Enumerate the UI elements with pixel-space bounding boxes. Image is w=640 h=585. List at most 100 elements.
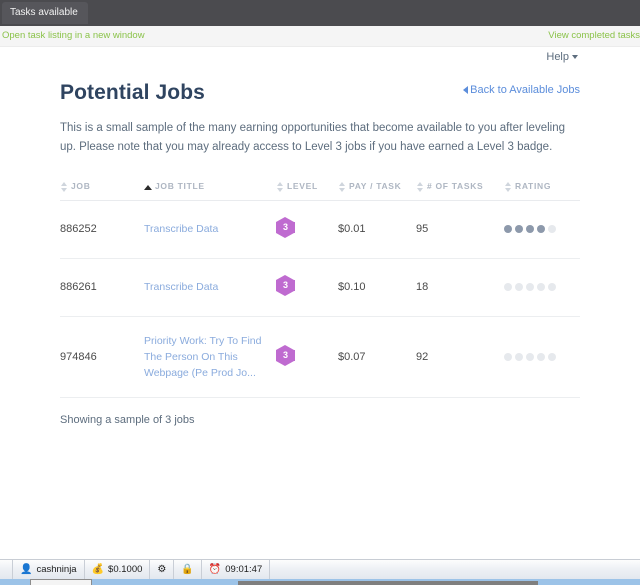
cell-job-id: 886252 (60, 200, 144, 259)
table-header: JOB JOB TITLE LEVEL PAY / TASK # OF TASK… (60, 174, 580, 201)
cell-num-tasks: 95 (416, 200, 504, 259)
column-header-rating-label: RATING (515, 180, 552, 191)
cell-num-tasks: 18 (416, 258, 504, 317)
rating-dots (504, 283, 580, 292)
rating-dots (504, 225, 580, 234)
level-badge: 3 (276, 345, 295, 370)
job-id-value: 886252 (60, 223, 97, 236)
sort-both-icon (60, 181, 67, 192)
browser-tab[interactable]: Tasks available (2, 2, 88, 24)
cell-pay: $0.01 (338, 200, 416, 259)
sort-both-icon (504, 181, 511, 192)
hexagon-icon: 3 (276, 217, 295, 239)
tray-item-user[interactable]: 👤 cashninja (12, 560, 85, 579)
table-header-row: JOB JOB TITLE LEVEL PAY / TASK # OF TASK… (60, 174, 580, 201)
lock-icon: 🔒 (181, 563, 194, 575)
coins-icon: 💰 (91, 563, 105, 575)
hexagon-icon: 3 (276, 275, 295, 297)
view-completed-tasks-link[interactable]: View completed tasks (548, 30, 640, 41)
column-header-pay[interactable]: PAY / TASK (338, 174, 416, 201)
background-window-fragment-2 (238, 581, 538, 585)
caret-down-icon (572, 55, 578, 60)
open-task-listing-link[interactable]: Open task listing in a new window (2, 30, 145, 41)
table-body: 886252 Transcribe Data 3 $0.01 95 886261… (60, 200, 580, 399)
cell-job-title: Transcribe Data (144, 200, 276, 259)
rating-dot-empty (504, 283, 512, 292)
table-row[interactable]: 886252 Transcribe Data 3 $0.01 95 (60, 200, 580, 259)
rating-dot-empty (548, 225, 556, 234)
chevron-left-icon (463, 86, 469, 94)
rating-dot-empty (548, 353, 556, 362)
rating-dot-empty (504, 353, 512, 362)
user-icon: 👤 (20, 563, 33, 575)
column-header-job[interactable]: JOB (60, 174, 144, 201)
help-menu-button[interactable]: Help (546, 51, 578, 63)
page-body: Potential Jobs Back to Available Jobs Th… (0, 69, 640, 559)
sort-both-icon (416, 181, 423, 192)
rating-dot-empty (537, 283, 545, 292)
sort-ascending-icon (144, 184, 152, 190)
cell-pay: $0.10 (338, 258, 416, 317)
background-window-fragment (30, 579, 92, 585)
sort-both-icon (276, 181, 283, 192)
job-title-link[interactable]: Transcribe Data (144, 221, 218, 237)
job-id-value: 974846 (60, 351, 97, 364)
sort-both-icon (338, 181, 345, 192)
rating-dot-empty (515, 283, 523, 292)
tray-item-clock[interactable]: ⏰ 09:01:47 (202, 560, 271, 579)
level-badge-value: 3 (282, 350, 288, 361)
cell-job-id: 886261 (60, 258, 144, 317)
potential-jobs-table: JOB JOB TITLE LEVEL PAY / TASK # OF TASK… (60, 174, 580, 399)
table-row[interactable]: 886261 Transcribe Data 3 $0.10 18 (60, 258, 580, 317)
desktop-background-strip (0, 579, 640, 585)
rating-dots (504, 353, 580, 362)
tray-item-user-label: cashninja (36, 564, 77, 575)
tray-item-balance-label: $0.1000 (108, 564, 143, 575)
help-bar: Help (0, 47, 640, 69)
level-badge: 3 (276, 217, 295, 242)
content-container: Potential Jobs Back to Available Jobs Th… (60, 69, 580, 426)
rating-dot-filled (526, 225, 534, 234)
cell-rating (504, 316, 580, 399)
rating-dot-empty (548, 283, 556, 292)
tray-item-lock[interactable]: 🔒 (174, 560, 202, 579)
column-header-num-tasks-label: # OF TASKS (427, 180, 484, 191)
column-header-job-title-label: JOB TITLE (155, 181, 205, 192)
system-taskbar: 👤 cashninja 💰 $0.1000 ⚙ 🔒 ⏰ 09:01:47 (0, 559, 640, 579)
column-header-pay-label: PAY / TASK (349, 180, 402, 191)
gear-icon: ⚙ (157, 563, 167, 575)
cell-pay: $0.07 (338, 316, 416, 399)
back-to-available-jobs-link[interactable]: Back to Available Jobs (463, 84, 580, 96)
help-menu-label: Help (546, 51, 569, 63)
cell-level: 3 (276, 258, 338, 317)
column-header-num-tasks[interactable]: # OF TASKS (416, 174, 504, 201)
cell-level: 3 (276, 200, 338, 259)
tray-item-balance[interactable]: 💰 $0.1000 (85, 560, 151, 579)
cell-level: 3 (276, 316, 338, 399)
column-header-level[interactable]: LEVEL (276, 174, 338, 201)
level-badge-value: 3 (282, 280, 288, 291)
job-id-value: 886261 (60, 281, 97, 294)
utility-bar: Open task listing in a new window View c… (0, 26, 640, 47)
cell-rating (504, 200, 580, 259)
column-header-rating[interactable]: RATING (504, 174, 580, 201)
column-header-job-label: JOB (71, 180, 91, 191)
column-header-job-title[interactable]: JOB TITLE (144, 174, 276, 201)
level-badge-value: 3 (282, 222, 288, 233)
job-title-link[interactable]: Priority Work: Try To Find The Person On… (144, 333, 276, 382)
tray-item-clock-label: 09:01:47 (225, 564, 263, 575)
browser-titlebar: Tasks available (0, 0, 640, 26)
lead-paragraph: This is a small sample of the many earni… (60, 122, 565, 153)
browser-tab-title: Tasks available (10, 7, 78, 18)
rating-dot-filled (537, 225, 545, 234)
cell-job-id: 974846 (60, 316, 144, 399)
level-badge: 3 (276, 275, 295, 300)
sample-count-note: Showing a sample of 3 jobs (60, 414, 195, 427)
rating-dot-empty (526, 283, 534, 292)
table-row[interactable]: 974846 Priority Work: Try To Find The Pe… (60, 316, 580, 399)
rating-dot-empty (515, 353, 523, 362)
rating-dot-filled (515, 225, 523, 234)
tray-item-settings[interactable]: ⚙ (150, 560, 175, 579)
rating-dot-empty (526, 353, 534, 362)
job-title-link[interactable]: Transcribe Data (144, 279, 218, 295)
